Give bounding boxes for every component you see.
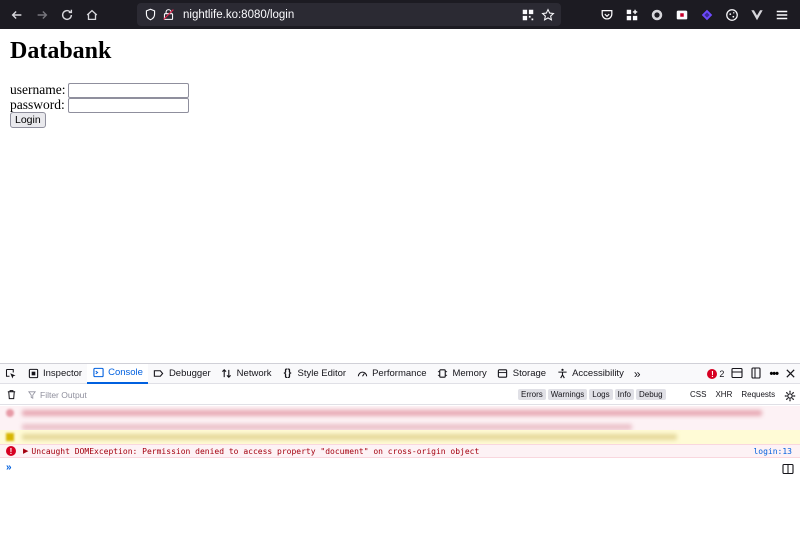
error-icon: ! (707, 369, 718, 379)
more-options-icon[interactable]: ••• (769, 368, 779, 380)
tab-performance[interactable]: Performance (351, 364, 431, 384)
password-row: password: (10, 97, 189, 113)
filter-logs-button[interactable]: Logs (589, 389, 613, 400)
tab-style-editor[interactable]: {} Style Editor (277, 364, 352, 384)
console-warning-blurred (0, 430, 800, 444)
app-menu-icon[interactable] (773, 6, 790, 23)
more-tabs-chevron-icon[interactable]: » (629, 364, 646, 384)
editor-mode-icon[interactable] (782, 462, 794, 480)
tab-storage-label: Storage (512, 368, 547, 379)
warning-icon (6, 433, 14, 441)
login-button[interactable]: Login (10, 112, 46, 128)
console-error-message: ! ▶ Uncaught DOMException: Permission de… (0, 444, 800, 458)
username-row: username: (10, 82, 190, 98)
accessibility-icon (556, 368, 568, 380)
tab-inspector-label: Inspector (43, 368, 83, 379)
reload-icon[interactable] (56, 4, 78, 26)
network-icon (221, 368, 233, 380)
close-devtools-icon[interactable] (785, 368, 796, 381)
qr-code-icon[interactable] (521, 7, 535, 26)
split-console-icon[interactable] (731, 367, 743, 381)
filter-css-button[interactable]: CSS (690, 390, 706, 399)
redacted-text (22, 410, 762, 416)
tab-memory[interactable]: Memory (431, 364, 491, 384)
tab-memory-label: Memory (452, 368, 487, 379)
tab-network-label: Network (236, 368, 272, 379)
filter-info-button[interactable]: Info (614, 389, 634, 400)
devtools-panel: Inspector Console Debugger Network {} St… (0, 363, 800, 546)
username-input[interactable] (68, 82, 190, 98)
home-icon[interactable] (81, 4, 103, 26)
request-filters: CSS XHR Requests (690, 390, 775, 399)
tab-style-editor-label: Style Editor (297, 368, 347, 379)
forward-arrow-icon[interactable] (31, 4, 53, 26)
tab-storage[interactable]: Storage (492, 364, 551, 384)
trash-icon[interactable] (0, 389, 22, 400)
proton-vpn-icon[interactable] (698, 6, 715, 23)
cookie-icon[interactable] (723, 6, 740, 23)
console-filter-bar: Filter Output Errors Warnings Logs Info … (0, 385, 800, 405)
extensions-icon[interactable] (623, 6, 640, 23)
back-arrow-icon[interactable] (6, 4, 28, 26)
username-label: username: (10, 82, 66, 97)
devtools-tab-bar: Inspector Console Debugger Network {} St… (0, 363, 800, 384)
console-input-row[interactable]: » (0, 460, 800, 475)
error-count: 2 (719, 369, 725, 379)
vue-devtools-icon[interactable] (748, 6, 765, 23)
dock-side-icon[interactable] (750, 367, 762, 381)
tab-accessibility[interactable]: Accessibility (551, 364, 629, 384)
error-icon: ! (6, 446, 16, 456)
redacted-text (22, 434, 677, 440)
tab-network[interactable]: Network (216, 364, 277, 384)
extension-badge-icon[interactable] (673, 6, 690, 23)
filter-debug-button[interactable]: Debug (635, 389, 666, 400)
performance-icon (356, 368, 368, 380)
filter-warnings-button[interactable]: Warnings (547, 389, 588, 400)
inspector-icon (27, 368, 39, 380)
filter-requests-button[interactable]: Requests (741, 390, 775, 399)
log-level-filters: Errors Warnings Logs Info Debug (518, 389, 666, 400)
tab-performance-label: Performance (372, 368, 427, 379)
browser-toolbar: nightlife.ko:8080/login (0, 0, 800, 29)
error-count-badge[interactable]: ! 2 (707, 369, 724, 379)
page-title: Databank (10, 38, 112, 64)
password-input[interactable] (67, 97, 189, 113)
console-settings-gear-icon[interactable] (784, 389, 796, 407)
filter-funnel-icon (28, 390, 36, 399)
pocket-icon[interactable] (598, 6, 615, 23)
tab-console-label: Console (108, 367, 143, 378)
url-bar[interactable]: nightlife.ko:8080/login (137, 3, 561, 26)
insecure-lock-icon[interactable] (161, 8, 175, 22)
console-prompt: » (6, 461, 12, 473)
filter-placeholder: Filter Output (40, 389, 87, 400)
memory-icon (436, 368, 448, 380)
bookmark-star-icon[interactable] (541, 7, 555, 26)
tab-accessibility-label: Accessibility (572, 368, 624, 379)
expand-triangle-icon[interactable]: ▶ (23, 447, 28, 455)
style-editor-icon: {} (283, 368, 292, 379)
console-icon (92, 367, 104, 379)
error-icon (6, 409, 14, 417)
filter-xhr-button[interactable]: XHR (715, 390, 732, 399)
element-picker-icon[interactable] (0, 364, 22, 384)
filter-errors-button[interactable]: Errors (518, 389, 546, 400)
record-circle-icon[interactable] (648, 6, 665, 23)
error-source-link[interactable]: login:13 (753, 447, 792, 456)
storage-icon (497, 368, 509, 380)
page-content: Databank username: password: Login (0, 29, 800, 363)
url-text[interactable]: nightlife.ko:8080/login (183, 9, 294, 21)
password-label: password: (10, 97, 65, 112)
filter-output-input[interactable]: Filter Output (28, 390, 87, 400)
console-message-blurred (0, 406, 800, 420)
debugger-icon (153, 368, 165, 380)
shield-icon[interactable] (143, 8, 157, 22)
tab-debugger-label: Debugger (168, 368, 211, 379)
tab-inspector[interactable]: Inspector (22, 364, 87, 384)
tab-debugger[interactable]: Debugger (148, 364, 216, 384)
tab-console[interactable]: Console (87, 363, 148, 384)
error-text: Uncaught DOMException: Permission denied… (31, 446, 480, 456)
